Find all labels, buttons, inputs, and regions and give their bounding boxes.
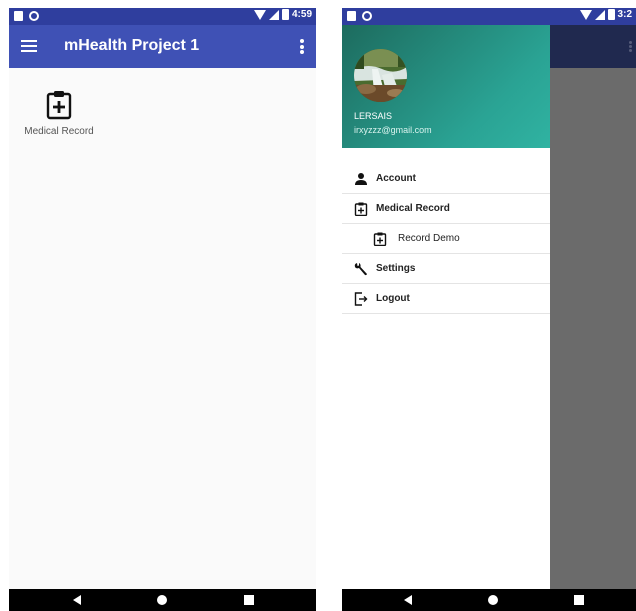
logout-icon bbox=[354, 292, 368, 306]
system-nav-bar bbox=[9, 589, 316, 611]
waterfall-photo bbox=[354, 49, 407, 102]
status-time: 3:2 bbox=[617, 9, 632, 20]
wifi-icon bbox=[579, 9, 592, 20]
wifi-icon bbox=[253, 9, 266, 20]
home-icon[interactable] bbox=[157, 595, 167, 605]
signal-icon bbox=[594, 9, 605, 20]
sd-card-icon bbox=[347, 11, 356, 21]
clipboard-plus-icon bbox=[46, 91, 72, 120]
user-email: irxyzzz@gmail.com bbox=[354, 125, 432, 135]
drawer-item-label: Settings bbox=[376, 263, 416, 274]
sync-icon bbox=[29, 11, 39, 21]
back-icon[interactable] bbox=[404, 595, 412, 605]
drawer-item-label: Record Demo bbox=[398, 233, 460, 244]
sd-card-icon bbox=[14, 11, 23, 21]
drawer-item-label: Account bbox=[376, 173, 416, 184]
drawer-item-account[interactable]: Account bbox=[342, 164, 550, 194]
status-time: 4:59 bbox=[291, 9, 312, 20]
app-bar: mHealth Project 1 bbox=[9, 25, 316, 68]
overflow-menu-icon bbox=[629, 41, 632, 52]
back-icon[interactable] bbox=[73, 595, 81, 605]
home-icon[interactable] bbox=[488, 595, 498, 605]
home-screen: 4:59 mHealth Project 1 Medical Record bbox=[9, 8, 316, 611]
signal-icon bbox=[268, 9, 279, 20]
drawer-menu: Account Medical Record Record Demo Setti… bbox=[342, 164, 550, 314]
battery-icon bbox=[281, 9, 289, 20]
drawer-scrim[interactable] bbox=[550, 25, 636, 589]
system-nav-bar bbox=[342, 589, 636, 611]
app-title: mHealth Project 1 bbox=[64, 37, 200, 54]
clipboard-plus-icon bbox=[354, 202, 368, 216]
wrench-icon bbox=[354, 263, 367, 276]
hamburger-menu-icon[interactable] bbox=[21, 40, 37, 52]
drawer-item-logout[interactable]: Logout bbox=[342, 284, 550, 314]
status-bar: 4:59 bbox=[9, 8, 316, 25]
dimmed-app-bar bbox=[550, 25, 636, 68]
drawer-item-label: Logout bbox=[376, 293, 410, 304]
drawer-header: LERSAIS irxyzzz@gmail.com bbox=[342, 25, 550, 148]
drawer-item-label: Medical Record bbox=[376, 203, 450, 214]
recents-icon[interactable] bbox=[244, 595, 254, 605]
overflow-menu-icon[interactable] bbox=[300, 39, 304, 54]
sync-icon bbox=[362, 11, 372, 21]
drawer-screen: 3:2 LERSAIS irxyzzz@gmail.com Account Me… bbox=[342, 8, 636, 611]
drawer-item-settings[interactable]: Settings bbox=[342, 254, 550, 284]
status-bar: 3:2 bbox=[342, 8, 636, 25]
recents-icon[interactable] bbox=[574, 595, 584, 605]
drawer-item-record-demo[interactable]: Record Demo bbox=[342, 224, 550, 254]
user-name: LERSAIS bbox=[354, 111, 393, 121]
home-content: Medical Record bbox=[9, 68, 316, 589]
medical-record-tile[interactable]: Medical Record bbox=[19, 90, 99, 137]
battery-icon bbox=[607, 9, 615, 20]
drawer-item-medical-record[interactable]: Medical Record bbox=[342, 194, 550, 224]
person-icon bbox=[355, 173, 367, 185]
navigation-drawer: LERSAIS irxyzzz@gmail.com Account Medica… bbox=[342, 25, 550, 589]
avatar[interactable] bbox=[354, 49, 407, 102]
clipboard-plus-icon bbox=[373, 232, 387, 246]
medical-record-label: Medical Record bbox=[24, 126, 94, 137]
